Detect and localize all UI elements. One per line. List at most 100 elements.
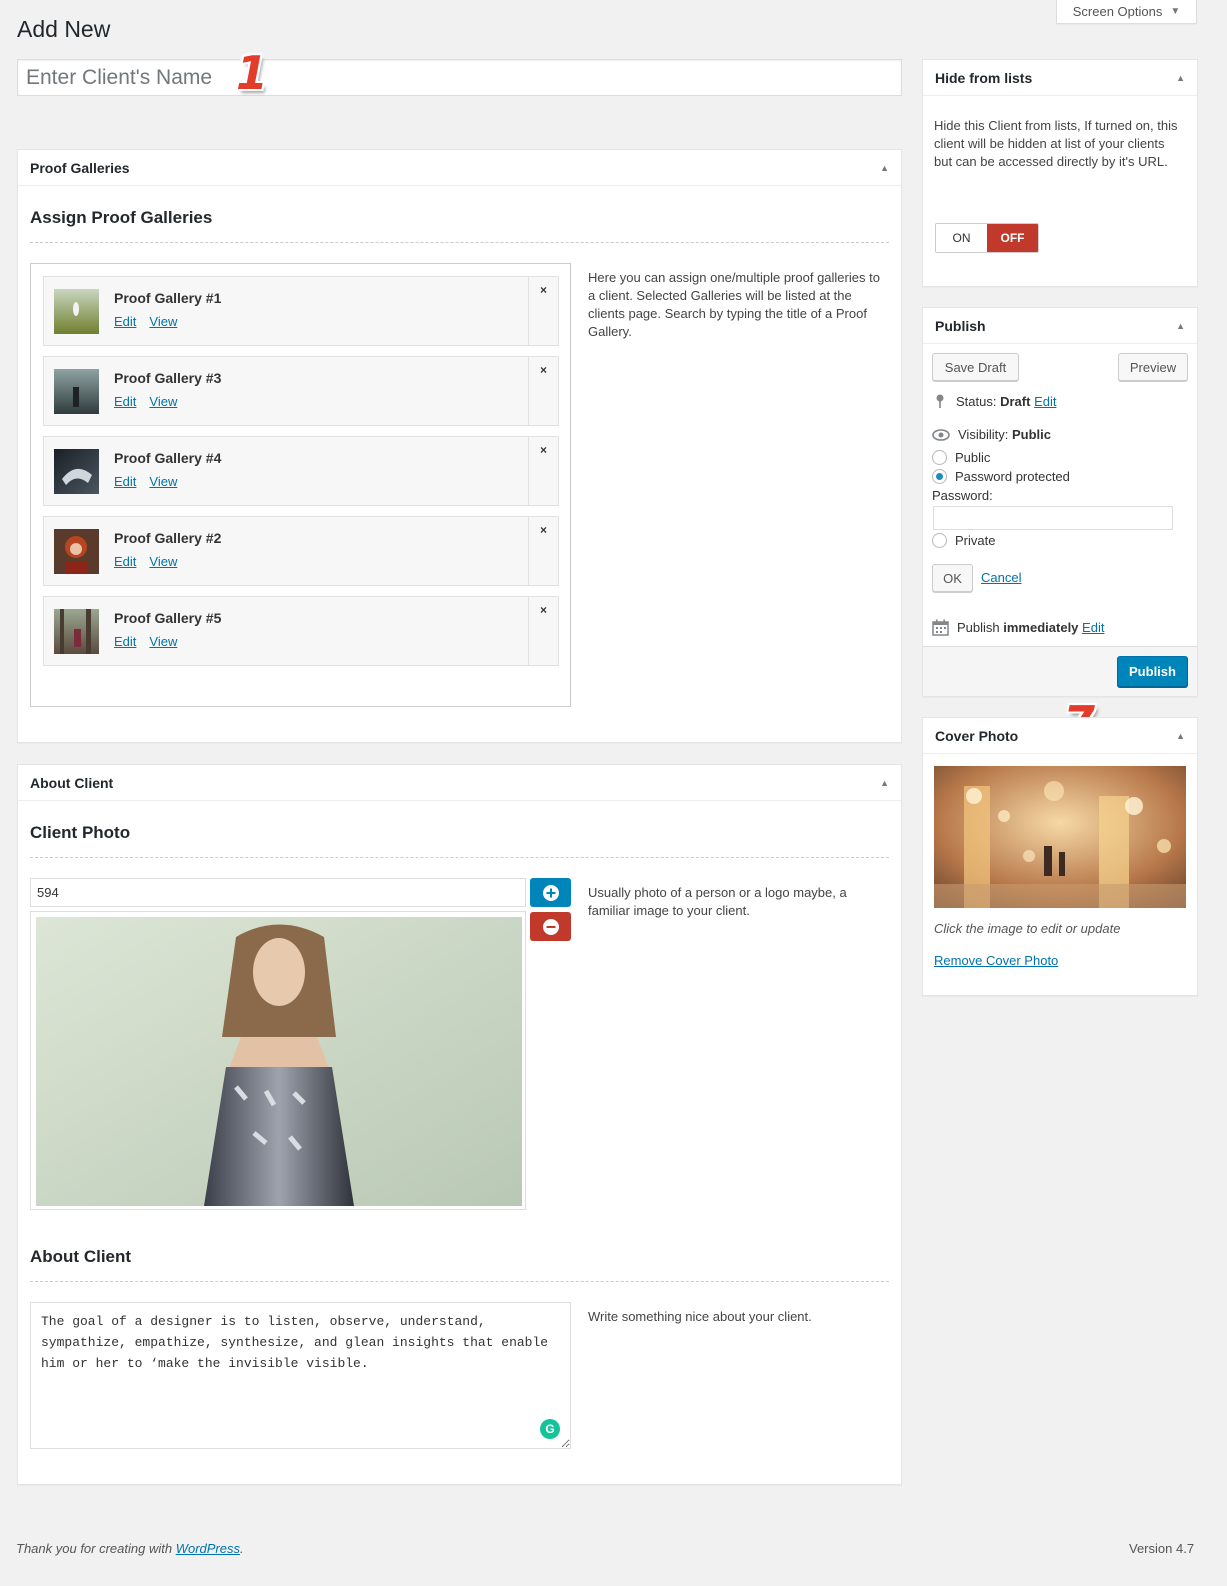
radio-password-protected[interactable] [932,469,947,484]
publish-date-edit-link[interactable]: Edit [1082,620,1104,635]
gallery-edit-link[interactable]: Edit [114,634,136,649]
client-photo-id-input[interactable] [30,878,526,907]
gallery-item: Proof Gallery #1 Edit View × [43,276,559,346]
toggle-on-option[interactable]: ON [936,224,987,252]
proof-galleries-header[interactable]: Proof Galleries ▲ [18,150,901,186]
about-client-description: Write something nice about your client. [588,1309,812,1324]
gallery-remove-button[interactable]: × [528,277,558,345]
visibility-option-password[interactable]: Password protected [932,469,1070,484]
calendar-icon [932,619,949,636]
collapse-toggle-icon[interactable]: ▲ [1176,321,1185,331]
remove-cover-photo-link[interactable]: Remove Cover Photo [934,953,1058,968]
gallery-name: Proof Gallery #2 [114,530,222,546]
annotation-1: 1 [236,46,269,100]
gallery-list: Proof Gallery #1 Edit View × Proof Galle… [30,263,571,707]
eye-icon [932,428,950,441]
gallery-view-link[interactable]: View [149,394,177,409]
section-divider [30,1281,889,1282]
footer-thanks-suffix: . [240,1541,244,1556]
hide-from-lists-header[interactable]: Hide from lists ▲ [923,60,1197,96]
gallery-view-link[interactable]: View [149,474,177,489]
password-input[interactable] [933,506,1173,530]
gallery-item: Proof Gallery #5 Edit View × [43,596,559,666]
password-label: Password: [932,488,993,503]
add-photo-button[interactable] [530,878,571,907]
gallery-name: Proof Gallery #1 [114,290,222,306]
preview-button[interactable]: Preview [1118,353,1188,381]
section-divider [30,242,889,243]
client-name-input[interactable] [17,59,902,96]
gallery-view-link[interactable]: View [149,634,177,649]
status-value: Draft [1000,393,1031,409]
gallery-name: Proof Gallery #5 [114,610,222,626]
gallery-thumbnail [54,529,99,574]
about-client-box-title: About Client [30,774,114,791]
section-divider [30,857,889,858]
gallery-remove-button[interactable]: × [528,357,558,425]
screen-options-button[interactable]: Screen Options ▼ [1056,0,1197,24]
page-title: Add New [17,16,111,42]
caret-down-icon: ▼ [1170,6,1181,17]
pin-icon [936,394,944,408]
status-row: Status: Draft Edit [932,393,1056,409]
gallery-thumbnail [54,369,99,414]
cover-photo-header[interactable]: Cover Photo ▲ [923,718,1197,754]
cover-photo-image[interactable] [934,766,1186,908]
gallery-remove-button[interactable]: × [528,597,558,665]
galleries-description: Here you can assign one/multiple proof g… [588,270,880,339]
client-photo-heading: Client Photo [30,823,131,842]
publish-label: Publish [957,620,1000,635]
cover-photo-hint: Click the image to edit or update [934,921,1121,936]
password-label-row: Password: [932,488,993,503]
about-client-textarea[interactable]: The goal of a designer is to listen, obs… [30,1302,571,1449]
save-draft-button[interactable]: Save Draft [932,353,1019,381]
remove-photo-button[interactable] [530,912,571,941]
minus-circle-icon [542,918,559,935]
toggle-off-option[interactable]: OFF [987,224,1038,252]
cover-photo-title: Cover Photo [935,727,1019,744]
gallery-remove-button[interactable]: × [528,437,558,505]
gallery-edit-link[interactable]: Edit [114,554,136,569]
client-photo-preview[interactable] [30,911,526,1210]
gallery-name: Proof Gallery #3 [114,370,222,386]
wordpress-link[interactable]: WordPress [176,1541,240,1556]
collapse-toggle-icon[interactable]: ▲ [880,778,889,788]
publish-button[interactable]: Publish [1117,656,1188,687]
status-edit-link[interactable]: Edit [1034,394,1056,409]
visibility-option-private[interactable]: Private [932,533,995,548]
client-photo-image [36,917,522,1206]
gallery-remove-button[interactable]: × [528,517,558,585]
collapse-toggle-icon[interactable]: ▲ [1176,731,1185,741]
hide-from-lists-description: Hide this Client from lists, If turned o… [934,118,1178,169]
visibility-ok-button[interactable]: OK [932,564,973,592]
proof-galleries-title: Proof Galleries [30,159,130,176]
gallery-item: Proof Gallery #3 Edit View × [43,356,559,426]
visibility-label: Visibility: [958,427,1009,442]
visibility-cancel-link[interactable]: Cancel [981,570,1021,585]
visibility-value: Public [1011,427,1051,442]
grammarly-icon[interactable]: G [540,1419,560,1439]
publish-box-title: Publish [935,317,986,334]
gallery-thumbnail [54,609,99,654]
collapse-toggle-icon[interactable]: ▲ [880,163,889,173]
status-label: Status: [956,393,997,409]
gallery-view-link[interactable]: View [149,554,177,569]
radio-public[interactable] [932,450,947,465]
gallery-view-link[interactable]: View [149,314,177,329]
visibility-option-public[interactable]: Public [932,450,990,465]
assign-galleries-heading: Assign Proof Galleries [30,208,213,227]
collapse-toggle-icon[interactable]: ▲ [1176,73,1185,83]
radio-private[interactable] [932,533,947,548]
hide-from-lists-toggle[interactable]: ON OFF [935,223,1039,253]
about-client-heading: About Client [30,1247,132,1266]
gallery-edit-link[interactable]: Edit [114,394,136,409]
about-client-header[interactable]: About Client ▲ [18,765,901,801]
plus-circle-icon [542,884,559,901]
gallery-thumbnail [54,449,99,494]
gallery-edit-link[interactable]: Edit [114,474,136,489]
footer-thanks-prefix: Thank you for creating with [16,1541,176,1556]
option-label: Password protected [955,469,1070,484]
publish-header[interactable]: Publish ▲ [923,308,1197,344]
screen-options-label: Screen Options [1072,4,1163,19]
gallery-edit-link[interactable]: Edit [114,314,136,329]
